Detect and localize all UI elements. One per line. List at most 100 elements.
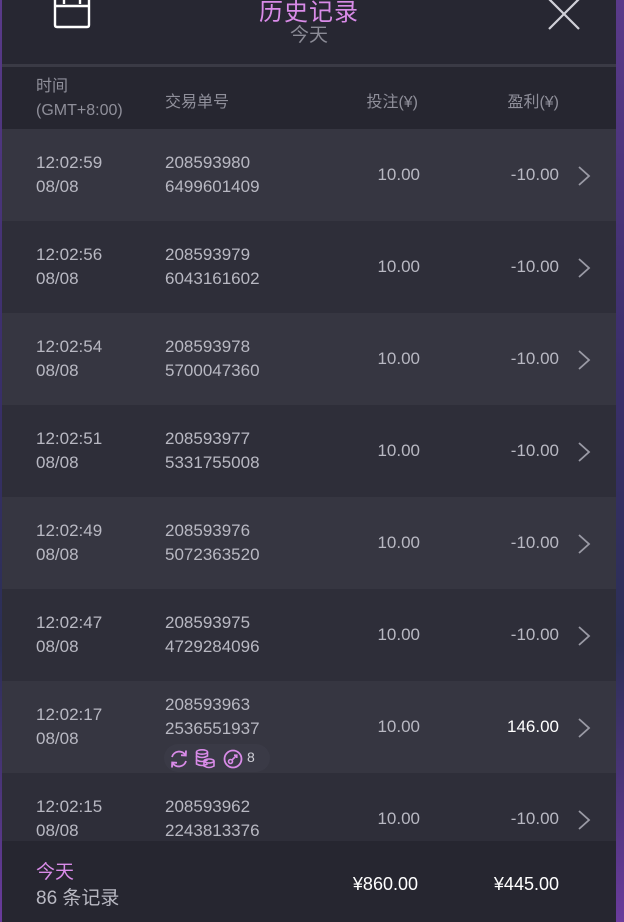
- date-value: 08/08: [36, 729, 79, 748]
- chevron-right-icon[interactable]: [577, 349, 591, 371]
- row-order-id: 208593975 4729284096: [165, 611, 260, 659]
- table-row[interactable]: 12:02:56 08/08 208593979 6043161602 10.00 …: [2, 221, 616, 313]
- chevron-right-icon[interactable]: [577, 809, 591, 831]
- feature-badges: 8: [164, 744, 270, 772]
- order-id-part1: 208593962: [165, 797, 251, 816]
- order-id-part1: 208593978: [165, 337, 251, 356]
- close-icon[interactable]: [546, 0, 582, 32]
- row-order-id: 208593980 6499601409: [165, 151, 260, 199]
- top-bar: 历史记录 今天: [2, 0, 616, 64]
- order-id-part2: 4729284096: [165, 637, 260, 656]
- date-value: 08/08: [36, 545, 79, 564]
- row-bet: 10.00: [377, 809, 420, 828]
- chevron-right-icon[interactable]: [577, 717, 591, 739]
- row-time: 12:02:15 08/08: [36, 795, 102, 841]
- row-bet: 10.00: [377, 625, 420, 644]
- date-value: 08/08: [36, 637, 79, 656]
- row-time: 12:02:56 08/08: [36, 243, 102, 291]
- row-time: 12:02:51 08/08: [36, 427, 102, 475]
- chevron-right-icon[interactable]: [577, 533, 591, 555]
- row-bet: 10.00: [377, 717, 420, 736]
- column-header-order: 交易单号: [165, 94, 230, 111]
- order-id-part1: 208593980: [165, 153, 251, 172]
- row-bet: 10.00: [377, 533, 420, 552]
- column-header-bet: 投注(¥): [366, 94, 418, 111]
- table-row[interactable]: 12:02:54 08/08 208593978 5700047360 10.00 …: [2, 313, 616, 405]
- row-time: 12:02:17 08/08: [36, 703, 102, 751]
- column-header-time: 时间 (GMT+8:00): [36, 75, 123, 123]
- column-header-profit: 盈利(¥): [507, 94, 559, 111]
- chevron-right-icon[interactable]: [577, 441, 591, 463]
- row-order-id: 208593979 6043161602: [165, 243, 260, 291]
- row-order-id: 208593978 5700047360: [165, 335, 260, 383]
- row-time: 12:02:49 08/08: [36, 519, 102, 567]
- time-value: 12:02:17: [36, 705, 103, 724]
- period-label[interactable]: 今天: [36, 857, 74, 884]
- table-row[interactable]: 12:02:15 08/08 208593962 2243813376 10.00 …: [2, 773, 616, 841]
- date-value: 08/08: [36, 361, 79, 380]
- time-value: 12:02:54: [36, 337, 103, 356]
- row-time: 12:02:47 08/08: [36, 611, 102, 659]
- record-count: 86 条记录: [36, 888, 120, 909]
- order-id-part2: 5331755008: [165, 453, 260, 472]
- table-row[interactable]: 12:02:17 08/08 208593963 2536551937 8 10…: [2, 681, 616, 773]
- row-order-id: 208593963 2536551937: [165, 693, 260, 741]
- order-id-part2: 5700047360: [165, 361, 260, 380]
- table-row[interactable]: 12:02:51 08/08 208593977 5331755008 10.00 …: [2, 405, 616, 497]
- time-value: 12:02:47: [36, 613, 103, 632]
- chevron-right-icon[interactable]: [577, 165, 591, 187]
- order-id-part1: 208593975: [165, 613, 251, 632]
- row-time: 12:02:59 08/08: [36, 151, 102, 199]
- history-panel: 历史记录 今天 时间 (GMT+8:00) 交易单号 投注(¥) 盈利(¥) 1…: [2, 0, 616, 922]
- date-value: 08/08: [36, 177, 79, 196]
- row-bet: 10.00: [377, 441, 420, 460]
- row-profit: -10.00: [510, 165, 559, 184]
- badge-count: 8: [247, 749, 255, 765]
- chevron-right-icon[interactable]: [577, 625, 591, 647]
- order-id-part2: 2536551937: [165, 719, 260, 738]
- chevron-right-icon[interactable]: [577, 257, 591, 279]
- row-profit: -10.00: [510, 441, 559, 460]
- row-profit: -10.00: [510, 349, 559, 368]
- free-spin-icon: [223, 749, 243, 769]
- order-id-part1: 208593963: [165, 695, 251, 714]
- date-value: 08/08: [36, 269, 79, 288]
- row-profit: -10.00: [510, 533, 559, 552]
- table-row[interactable]: 12:02:49 08/08 208593976 5072363520 10.00 …: [2, 497, 616, 589]
- row-profit: 146.00: [507, 717, 559, 736]
- date-value: 08/08: [36, 821, 79, 840]
- time-value: 12:02:15: [36, 797, 103, 816]
- row-time: 12:02:54 08/08: [36, 335, 102, 383]
- order-id-part1: 208593979: [165, 245, 251, 264]
- coins-icon: [195, 748, 215, 769]
- row-order-id: 208593976 5072363520: [165, 519, 260, 567]
- row-bet: 10.00: [377, 165, 420, 184]
- order-id-part2: 6043161602: [165, 269, 260, 288]
- respin-icon: [171, 750, 187, 768]
- column-header-time-label: 时间: [36, 78, 69, 95]
- row-bet: 10.00: [377, 349, 420, 368]
- row-profit: -10.00: [510, 257, 559, 276]
- time-value: 12:02:51: [36, 429, 103, 448]
- date-value: 08/08: [36, 453, 79, 472]
- row-profit: -10.00: [510, 625, 559, 644]
- total-bet: ¥860.00: [352, 874, 418, 894]
- total-profit: ¥445.00: [493, 874, 559, 894]
- order-id-part1: 208593977: [165, 429, 251, 448]
- row-order-id: 208593962 2243813376: [165, 795, 260, 841]
- summary-footer: 今天 86 条记录 ¥860.00 ¥445.00: [2, 841, 616, 922]
- row-order-id: 208593977 5331755008: [165, 427, 260, 475]
- order-id-part2: 2243813376: [165, 821, 260, 840]
- time-value: 12:02:49: [36, 521, 103, 540]
- order-id-part2: 6499601409: [165, 177, 260, 196]
- row-profit: -10.00: [510, 809, 559, 828]
- row-bet: 10.00: [377, 257, 420, 276]
- table-header: 时间 (GMT+8:00) 交易单号 投注(¥) 盈利(¥): [2, 67, 616, 129]
- table-row[interactable]: 12:02:59 08/08 208593980 6499601409 10.00 …: [2, 129, 616, 221]
- time-value: 12:02:59: [36, 153, 103, 172]
- column-header-timezone: (GMT+8:00): [36, 102, 123, 119]
- table-row[interactable]: 12:02:47 08/08 208593975 4729284096 10.00 …: [2, 589, 616, 681]
- history-list[interactable]: 12:02:59 08/08 208593980 6499601409 10.00 …: [2, 129, 616, 841]
- order-id-part2: 5072363520: [165, 545, 260, 564]
- order-id-part1: 208593976: [165, 521, 251, 540]
